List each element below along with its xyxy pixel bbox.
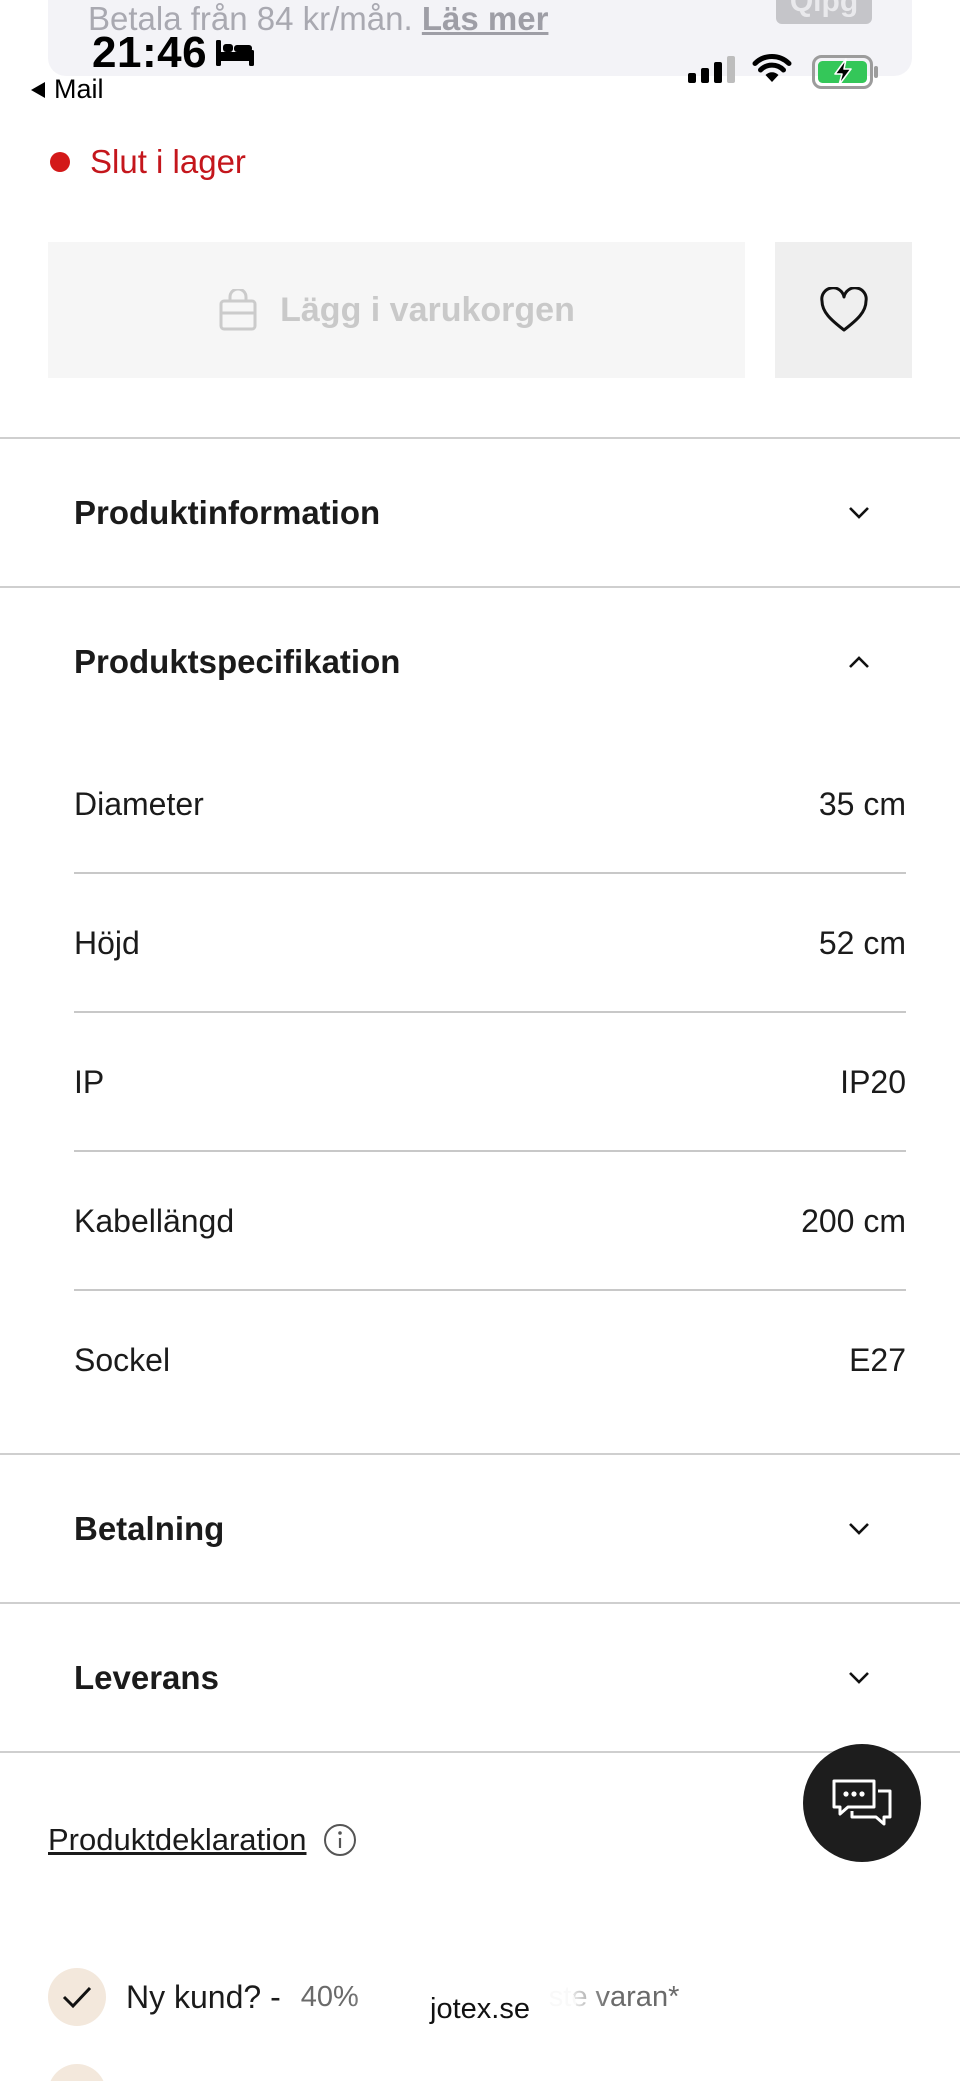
status-time: 21:46 — [92, 28, 208, 77]
wifi-icon — [752, 53, 792, 82]
chat-button[interactable] — [803, 1744, 921, 1862]
spec-row-hojd: Höjd 52 cm — [74, 874, 906, 1013]
chevron-down-icon — [849, 507, 869, 519]
favorite-button[interactable] — [775, 242, 912, 378]
back-label: Mail — [54, 74, 104, 104]
spec-value: 35 cm — [818, 786, 906, 822]
accordion-title: Produktspecifikation — [74, 643, 401, 680]
spec-label: Höjd — [74, 925, 140, 961]
spec-value: 200 cm — [801, 1203, 906, 1239]
accordion-title: Leverans — [74, 1659, 219, 1696]
spec-row-ip: IP IP20 — [74, 1013, 906, 1152]
spec-label: Sockel — [74, 1342, 171, 1378]
bed-icon — [216, 40, 254, 66]
out-of-stock-dot — [50, 152, 70, 172]
spec-label: IP — [74, 1064, 105, 1100]
chevron-up-icon — [849, 656, 869, 668]
spec-label: Diameter — [74, 786, 204, 822]
product-declaration-link[interactable]: Produktdeklaration — [48, 1822, 307, 1858]
url-text: jotex.se — [430, 1992, 530, 2025]
promo-discount: 40% — [300, 1980, 359, 2013]
check-icon — [48, 2064, 106, 2081]
accordion-produktinformation[interactable]: Produktinformation — [0, 439, 960, 587]
klarna-logo-badge: Qlpg — [776, 0, 872, 24]
chat-bubbles-icon — [832, 1779, 892, 1826]
back-triangle-icon — [31, 81, 45, 98]
accordion-betalning[interactable]: Betalning — [0, 1455, 960, 1603]
spec-row-sockel: Sockel E27 — [74, 1291, 906, 1430]
back-to-mail[interactable]: Mail — [30, 74, 104, 105]
battery-icon — [812, 55, 878, 89]
divider — [0, 1751, 960, 1753]
new-customer-promo: Ny kund? - 40% ste varan* — [48, 1968, 679, 2026]
browser-url-bar[interactable]: jotex.se — [383, 1975, 577, 2043]
signal-icon — [688, 56, 735, 83]
spec-row-kabellangd: Kabellängd 200 cm — [74, 1152, 906, 1291]
shopping-bag-icon — [219, 289, 257, 331]
spec-value: 52 cm — [818, 925, 906, 961]
add-to-cart-button[interactable]: Lägg i varukorgen — [48, 242, 745, 378]
stock-status: Slut i lager — [50, 143, 246, 181]
promo-heading: Ny kund? - — [126, 1978, 281, 2015]
info-icon[interactable] — [323, 1823, 357, 1857]
stock-status-text: Slut i lager — [90, 143, 246, 180]
klarna-read-more-link[interactable]: Läs mer — [422, 0, 549, 37]
spec-label: Kabellängd — [74, 1203, 235, 1239]
accordion-title: Produktinformation — [74, 494, 381, 531]
accordion-title: Betalning — [74, 1510, 225, 1547]
chevron-down-icon — [849, 1672, 869, 1684]
check-icon — [48, 1968, 106, 2026]
add-to-cart-label: Lägg i varukorgen — [280, 290, 575, 329]
spec-row-diameter: Diameter 35 cm — [74, 735, 906, 874]
accordion-leverans[interactable]: Leverans — [0, 1604, 960, 1752]
chevron-down-icon — [849, 1523, 869, 1535]
spec-value: E27 — [849, 1342, 906, 1378]
spec-value: IP20 — [840, 1064, 906, 1100]
product-declaration: Produktdeklaration — [48, 1822, 357, 1858]
accordion-produktspecifikation[interactable]: Produktspecifikation — [0, 588, 960, 736]
heart-icon — [819, 287, 868, 332]
